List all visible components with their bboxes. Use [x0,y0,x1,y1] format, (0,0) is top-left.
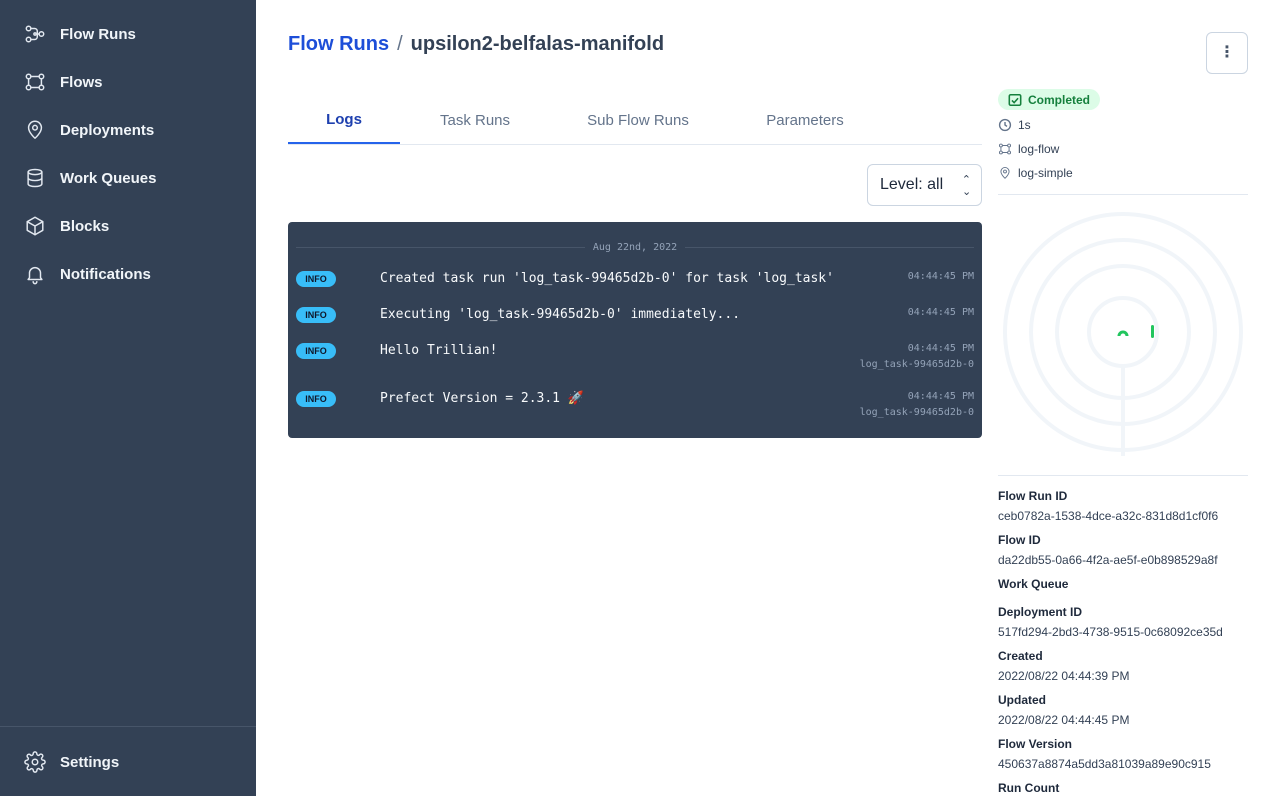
divider [998,194,1248,195]
sidebar-item-label: Flows [60,73,103,91]
sidebar-item-settings[interactable]: Settings [24,750,119,774]
sidebar-item-label: Settings [60,753,120,771]
sidebar-item-notifications[interactable]: Notifications [24,262,151,286]
log-task-name[interactable]: log_task-99465d2b-0 [860,359,974,370]
log-date: Aug 22nd, 2022 [592,241,678,253]
sidebar-item-label: Deployments [60,121,155,139]
database-icon [27,168,43,188]
sidebar: Flow Runs Flows Deployments Work Queues … [0,0,256,796]
cube-icon [26,216,44,236]
map-pin-icon [27,120,43,139]
radar-node[interactable] [1117,330,1129,337]
log-timestamp: 04:44:45 PM [907,271,974,282]
kebab-icon: ⋮ [1219,44,1235,61]
flows-icon [998,143,1012,155]
bell-icon [27,266,43,285]
sidebar-divider [0,726,256,727]
clock-icon [998,118,1012,132]
breadcrumb: Flow Runs / upsilon2-belfalas-manifold [288,33,664,56]
sidebar-item-blocks[interactable]: Blocks [24,214,109,238]
chevron-up-down-icon: ⌃ ⌃ [961,174,971,197]
sidebar-item-label: Blocks [60,217,110,235]
flow-version-value: 450637a8874a5dd3a81039a89e90c915 [998,757,1211,771]
log-message: Executing 'log_task-99465d2b-0' immediat… [380,307,741,322]
tab-task-runs[interactable]: Task Runs [421,96,529,144]
log-panel[interactable]: Aug 22nd, 2022 INFO Created task run 'lo… [288,222,982,438]
log-task-name[interactable]: log_task-99465d2b-0 [860,407,974,418]
log-level-badge: INFO [296,391,336,407]
state-badge: Completed [998,89,1101,110]
log-level-badge: INFO [296,343,336,359]
tab-bar: Logs Task Runs Sub Flow Runs Parameters [288,96,982,145]
log-timestamp: 04:44:45 PM [907,391,974,402]
map-pin-icon [1000,167,1010,179]
updated-value: 2022/08/22 04:44:45 PM [998,713,1130,727]
sidebar-item-deployments[interactable]: Deployments [24,118,154,142]
field-label: Created [998,649,1043,663]
flow-id-value[interactable]: da22db55-0a66-4f2a-ae5f-e0b898529a8f [998,553,1218,567]
page-title: upsilon2-belfalas-manifold [410,33,665,55]
field-label: Flow ID [998,533,1041,547]
deployment-name-value[interactable]: log-simple [1018,166,1073,180]
flow-run-id-value: ceb0782a-1538-4dce-a32c-831d8d1cf0f6 [998,509,1219,523]
check-calendar-icon [1008,93,1022,106]
sidebar-item-label: Work Queues [60,169,157,187]
log-level-badge: INFO [296,271,336,287]
log-message: Created task run 'log_task-99465d2b-0' f… [380,271,834,286]
more-menu-button[interactable]: ⋮ [1206,32,1248,74]
log-level-badge: INFO [296,307,336,323]
duration-row: 1s [998,118,1031,132]
sidebar-item-work-queues[interactable]: Work Queues [24,166,156,190]
log-message: Prefect Version = 2.3.1 🚀 [380,391,585,406]
divider [998,475,1248,476]
tab-logs[interactable]: Logs [288,96,400,144]
state-label: Completed [1028,92,1091,107]
log-timestamp: 04:44:45 PM [907,343,974,354]
log-message: Hello Trillian! [380,343,498,358]
field-label: Work Queue [998,577,1069,591]
sidebar-item-label: Flow Runs [60,25,136,43]
flow-name-value[interactable]: log-flow [1018,142,1059,156]
flows-icon [25,73,45,91]
sidebar-item-label: Notifications [60,265,151,283]
sidebar-item-flow-runs[interactable]: Flow Runs [24,22,136,46]
field-label: Run Count [998,781,1060,795]
flow-name-row[interactable]: log-flow [998,142,1059,156]
log-date-divider: Aug 22nd, 2022 [296,240,975,254]
radar-node[interactable] [1151,325,1154,338]
log-level-value: Level: all [880,176,944,193]
flow-run-radar[interactable] [998,208,1248,458]
breadcrumb-separator: / [397,33,403,55]
tab-parameters[interactable]: Parameters [747,96,863,144]
created-value: 2022/08/22 04:44:39 PM [998,669,1130,683]
field-label: Updated [998,693,1046,707]
deployment-name-row[interactable]: log-simple [998,166,1073,180]
duration-value: 1s [1018,118,1031,132]
sidebar-item-flows[interactable]: Flows [24,70,103,94]
log-level-select[interactable]: Level: all ⌃ ⌃ [867,164,982,206]
tab-sub-flow-runs[interactable]: Sub Flow Runs [574,96,702,144]
field-label: Flow Run ID [998,489,1068,503]
field-label: Deployment ID [998,605,1083,619]
log-timestamp: 04:44:45 PM [907,307,974,318]
field-label: Flow Version [998,737,1073,751]
deployment-id-value[interactable]: 517fd294-2bd3-4738-9515-0c68092ce35d [998,625,1223,639]
gear-icon [24,751,46,773]
breadcrumb-flow-runs-link[interactable]: Flow Runs [288,33,389,56]
flow-runs-icon [25,25,45,43]
